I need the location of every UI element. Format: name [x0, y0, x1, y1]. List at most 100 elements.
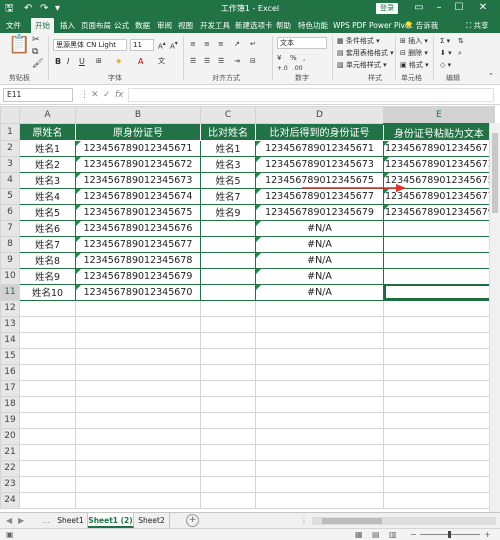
data-cell[interactable]: 123456789012345673	[383, 155, 495, 173]
vertical-scrollbar[interactable]	[489, 123, 500, 512]
empty-cell[interactable]	[19, 475, 76, 493]
autosum-icon[interactable]: Σ ▾	[440, 36, 450, 47]
tab-formulas[interactable]: 公式	[114, 19, 129, 32]
fill-icon[interactable]: ⬇ ▾	[440, 48, 452, 59]
wrap-text-icon[interactable]: ↵	[250, 39, 256, 50]
empty-cell[interactable]	[255, 427, 384, 445]
cancel-entry-icon[interactable]: ✕	[91, 88, 99, 102]
data-cell[interactable]: 123456789012345678	[75, 251, 201, 269]
data-cell[interactable]: 姓名1	[200, 139, 256, 157]
sheet-more-icon[interactable]: …	[42, 515, 50, 527]
row-header[interactable]: 22	[0, 459, 20, 477]
data-cell[interactable]: #N/A	[255, 267, 384, 285]
row-header[interactable]: 2	[0, 139, 20, 157]
data-cell[interactable]	[383, 283, 495, 301]
tab-file[interactable]: 文件	[6, 19, 21, 32]
header-cell[interactable]: 比对姓名	[200, 123, 256, 141]
zoom-out-icon[interactable]: −	[410, 529, 417, 540]
tab-data[interactable]: 数据	[135, 19, 150, 32]
empty-cell[interactable]	[255, 363, 384, 381]
empty-cell[interactable]	[383, 379, 495, 397]
empty-cell[interactable]	[200, 315, 256, 333]
format-painter-icon[interactable]: 🖌	[32, 59, 43, 70]
empty-cell[interactable]	[383, 331, 495, 349]
tab-page-layout[interactable]: 页面布局	[81, 19, 111, 32]
tab-help[interactable]: 帮助	[276, 19, 291, 32]
empty-cell[interactable]	[19, 347, 76, 365]
close-icon[interactable]: ✕	[476, 1, 490, 15]
tab-wps-pdf[interactable]: WPS PDF	[333, 19, 367, 32]
row-header[interactable]: 21	[0, 443, 20, 461]
empty-cell[interactable]	[19, 395, 76, 413]
empty-cell[interactable]	[75, 475, 201, 493]
data-cell[interactable]: 姓名1	[19, 139, 76, 157]
sheet-tab-3[interactable]: Sheet2	[134, 513, 170, 528]
phonetic-icon[interactable]: 文	[158, 56, 165, 67]
data-cell[interactable]: 姓名7	[19, 235, 76, 253]
sort-filter-icon[interactable]: ⇅	[458, 36, 464, 47]
tab-new-tab[interactable]: 新建选项卡	[235, 19, 273, 32]
merge-center-icon[interactable]: ⊟	[250, 56, 256, 67]
borders-icon[interactable]: ⊞	[96, 56, 102, 67]
empty-cell[interactable]	[383, 475, 495, 493]
font-color-icon[interactable]: A	[138, 56, 143, 67]
data-cell[interactable]: 123456789012345671	[75, 139, 201, 157]
tell-me-search[interactable]: 💡 告诉我	[404, 19, 438, 32]
clear-icon[interactable]: ◇ ▾	[440, 60, 451, 71]
data-cell[interactable]: 姓名3	[200, 155, 256, 173]
empty-cell[interactable]	[255, 459, 384, 477]
font-name-select[interactable]: 思源黑体 CN Light	[53, 39, 127, 51]
empty-cell[interactable]	[75, 347, 201, 365]
header-cell[interactable]: 原身份证号	[75, 123, 201, 141]
empty-cell[interactable]	[383, 395, 495, 413]
more-options-icon[interactable]: ⋮	[80, 88, 89, 102]
empty-cell[interactable]	[75, 363, 201, 381]
row-header[interactable]: 17	[0, 379, 20, 397]
data-cell[interactable]: 姓名2	[19, 155, 76, 173]
row-header[interactable]: 7	[0, 219, 20, 237]
empty-cell[interactable]	[200, 491, 256, 509]
data-cell[interactable]: 123456789012345679	[383, 203, 495, 221]
empty-cell[interactable]	[75, 379, 201, 397]
data-cell[interactable]: #N/A	[255, 251, 384, 269]
data-cell[interactable]: 姓名9	[19, 267, 76, 285]
confirm-entry-icon[interactable]: ✓	[103, 88, 111, 102]
empty-cell[interactable]	[200, 363, 256, 381]
empty-cell[interactable]	[200, 331, 256, 349]
tab-view[interactable]: 视图	[178, 19, 193, 32]
empty-cell[interactable]	[75, 427, 201, 445]
tab-developer[interactable]: 开发工具	[200, 19, 230, 32]
formula-input[interactable]	[128, 88, 494, 102]
empty-cell[interactable]	[200, 427, 256, 445]
format-as-table-button[interactable]: ▤ 套用表格格式 ▾	[337, 48, 394, 59]
empty-cell[interactable]	[383, 427, 495, 445]
cell-styles-button[interactable]: ▧ 单元格样式 ▾	[337, 60, 387, 71]
login-button[interactable]: 登录	[376, 3, 398, 14]
data-cell[interactable]	[383, 251, 495, 269]
empty-cell[interactable]	[200, 443, 256, 461]
empty-cell[interactable]	[255, 347, 384, 365]
row-header[interactable]: 13	[0, 315, 20, 333]
align-middle-icon[interactable]: ≡	[204, 39, 210, 50]
prev-sheet-icon[interactable]: ◀	[6, 515, 12, 527]
select-all-corner[interactable]	[0, 106, 20, 124]
normal-view-icon[interactable]: ▦	[355, 529, 363, 540]
align-right-icon[interactable]: ☰	[218, 56, 224, 67]
empty-cell[interactable]	[383, 443, 495, 461]
empty-cell[interactable]	[75, 411, 201, 429]
data-cell[interactable]	[383, 235, 495, 253]
row-header[interactable]: 11	[0, 283, 20, 301]
data-cell[interactable]: 123456789012345670	[75, 283, 201, 301]
copy-icon[interactable]: ⧉	[32, 47, 38, 58]
row-header[interactable]: 3	[0, 155, 20, 173]
align-center-icon[interactable]: ☰	[204, 56, 210, 67]
data-cell[interactable]: 123456789012345679	[255, 203, 384, 221]
format-cells-button[interactable]: ▣ 格式 ▾	[400, 60, 429, 71]
data-cell[interactable]: 姓名7	[200, 187, 256, 205]
empty-cell[interactable]	[200, 379, 256, 397]
horizontal-scrollbar[interactable]	[312, 517, 496, 525]
page-break-view-icon[interactable]: ▥	[389, 529, 397, 540]
row-header[interactable]: 8	[0, 235, 20, 253]
conditional-formatting-button[interactable]: ▦ 条件格式 ▾	[337, 36, 380, 47]
italic-icon[interactable]: I	[67, 56, 69, 67]
